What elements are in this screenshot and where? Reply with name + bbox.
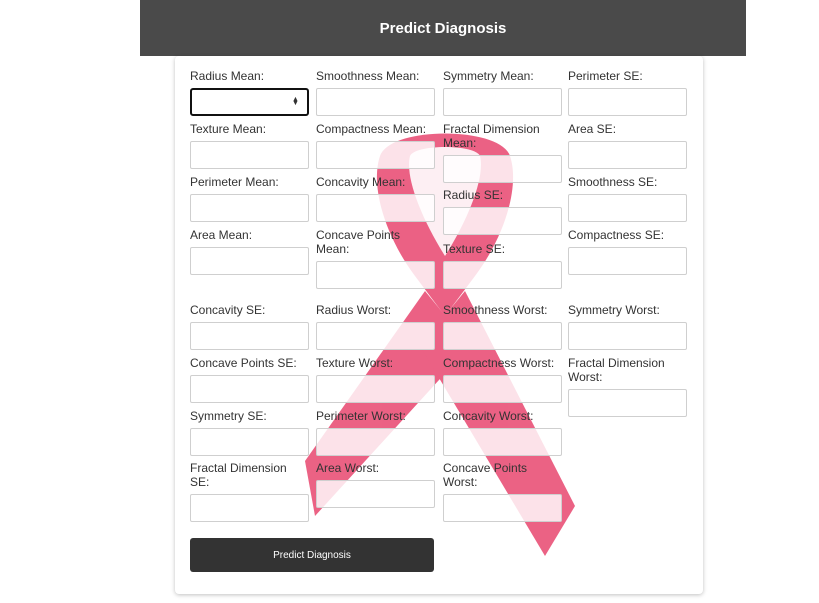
form-field: Perimeter Worst: bbox=[316, 409, 435, 456]
number-input[interactable] bbox=[316, 141, 435, 169]
form-field: Symmetry SE: bbox=[190, 409, 309, 456]
form-field: Concave Points Worst: bbox=[443, 461, 562, 522]
form-field: Fractal Dimension SE: bbox=[190, 461, 309, 522]
form-field: Smoothness SE: bbox=[568, 175, 687, 222]
form-field: Concavity SE: bbox=[190, 303, 309, 350]
field-label: Area Worst: bbox=[316, 461, 380, 475]
field-label: Area Mean: bbox=[190, 228, 253, 242]
field-label: Symmetry Mean: bbox=[443, 69, 534, 83]
field-label: Texture Mean: bbox=[190, 122, 267, 136]
number-input[interactable] bbox=[316, 88, 435, 116]
number-input[interactable] bbox=[190, 428, 309, 456]
form-field: Compactness Mean: bbox=[316, 122, 435, 169]
field-label: Smoothness Mean: bbox=[316, 69, 420, 83]
field-label: Radius Worst: bbox=[316, 303, 392, 317]
form-field: Perimeter Mean: bbox=[190, 175, 309, 222]
form-field: Smoothness Mean: bbox=[316, 69, 435, 116]
field-label: Fractal Dimension Worst: bbox=[568, 356, 665, 384]
field-label: Smoothness SE: bbox=[568, 175, 658, 189]
form-field: Area SE: bbox=[568, 122, 687, 169]
form-field: Radius Worst: bbox=[316, 303, 435, 350]
number-input[interactable] bbox=[190, 322, 309, 350]
form-field: Symmetry Worst: bbox=[568, 303, 687, 350]
prediction-form-card: Radius Mean: ▲ ▼ Texture Mean: Perimeter Mea… bbox=[175, 56, 703, 594]
field-label: Fractal Dimension Mean: bbox=[443, 122, 540, 150]
number-input[interactable] bbox=[190, 194, 309, 222]
number-input[interactable] bbox=[443, 261, 562, 289]
form-field: Area Mean: bbox=[190, 228, 309, 275]
predict-diagnosis-button[interactable]: Predict Diagnosis bbox=[190, 538, 434, 572]
number-input[interactable] bbox=[190, 247, 309, 275]
field-label: Radius Mean: bbox=[190, 69, 265, 83]
field-label: Perimeter Mean: bbox=[190, 175, 279, 189]
number-input[interactable] bbox=[190, 375, 309, 403]
form-field: Fractal Dimension Mean: bbox=[443, 122, 562, 183]
form-field: Texture Worst: bbox=[316, 356, 435, 403]
number-input[interactable] bbox=[443, 155, 562, 183]
field-label: Symmetry SE: bbox=[190, 409, 267, 423]
number-input[interactable] bbox=[443, 322, 562, 350]
form-field: Texture Mean: bbox=[190, 122, 309, 169]
field-label: Concave Points Worst: bbox=[443, 461, 528, 489]
number-input[interactable] bbox=[443, 207, 562, 235]
number-input[interactable] bbox=[568, 322, 687, 350]
form-field: Smoothness Worst: bbox=[443, 303, 562, 350]
field-label: Concave Points Mean: bbox=[316, 228, 401, 256]
field-label: Compactness SE: bbox=[568, 228, 665, 242]
number-input[interactable] bbox=[190, 141, 309, 169]
number-input[interactable] bbox=[568, 88, 687, 116]
field-label: Symmetry Worst: bbox=[568, 303, 660, 317]
form-field: Compactness SE: bbox=[568, 228, 687, 275]
number-input[interactable] bbox=[568, 141, 687, 169]
form-field: Texture SE: bbox=[443, 242, 562, 289]
form-field: Concavity Worst: bbox=[443, 409, 562, 456]
form-field: Concavity Mean: bbox=[316, 175, 435, 222]
field-label: Texture SE: bbox=[443, 242, 506, 256]
field-label: Concavity Mean: bbox=[316, 175, 406, 189]
form-field: Fractal Dimension Worst: bbox=[568, 356, 687, 417]
number-input[interactable] bbox=[568, 389, 687, 417]
field-label: Perimeter SE: bbox=[568, 69, 643, 83]
form-field: Compactness Worst: bbox=[443, 356, 562, 403]
number-input[interactable] bbox=[316, 322, 435, 350]
form-field: Radius SE: bbox=[443, 188, 562, 235]
number-input[interactable] bbox=[443, 428, 562, 456]
field-label: Radius SE: bbox=[443, 188, 504, 202]
number-input[interactable] bbox=[443, 375, 562, 403]
form-field: Perimeter SE: bbox=[568, 69, 687, 116]
field-label: Texture Worst: bbox=[316, 356, 394, 370]
form-field: Symmetry Mean: bbox=[443, 69, 562, 116]
number-input[interactable] bbox=[316, 261, 435, 289]
number-input[interactable] bbox=[443, 88, 562, 116]
spinner-arrows-icon[interactable]: ▲ ▼ bbox=[292, 96, 299, 107]
field-label: Concavity Worst: bbox=[443, 409, 534, 423]
form-field: Concave Points SE: bbox=[190, 356, 309, 403]
number-input[interactable] bbox=[443, 494, 562, 522]
field-label: Compactness Mean: bbox=[316, 122, 427, 136]
form-field: Area Worst: bbox=[316, 461, 435, 508]
field-label: Fractal Dimension SE: bbox=[190, 461, 287, 489]
number-input[interactable] bbox=[190, 494, 309, 522]
number-input[interactable] bbox=[316, 428, 435, 456]
number-input[interactable] bbox=[568, 194, 687, 222]
page-header: Predict Diagnosis bbox=[140, 0, 746, 56]
input-grid: Radius Mean: ▲ ▼ Texture Mean: Perimeter Mea… bbox=[190, 69, 690, 539]
number-input[interactable] bbox=[316, 194, 435, 222]
field-label: Perimeter Worst: bbox=[316, 409, 406, 423]
field-label: Compactness Worst: bbox=[443, 356, 555, 370]
number-input[interactable]: ▲ ▼ bbox=[190, 88, 309, 116]
page-title: Predict Diagnosis bbox=[379, 19, 507, 37]
field-label: Smoothness Worst: bbox=[443, 303, 548, 317]
form-field: Concave Points Mean: bbox=[316, 228, 435, 289]
field-label: Concave Points SE: bbox=[190, 356, 297, 370]
number-input[interactable] bbox=[316, 480, 435, 508]
field-label: Concavity SE: bbox=[190, 303, 266, 317]
number-input[interactable] bbox=[568, 247, 687, 275]
field-label: Area SE: bbox=[568, 122, 617, 136]
form-field: Radius Mean: ▲ ▼ bbox=[190, 69, 309, 116]
number-input[interactable] bbox=[316, 375, 435, 403]
